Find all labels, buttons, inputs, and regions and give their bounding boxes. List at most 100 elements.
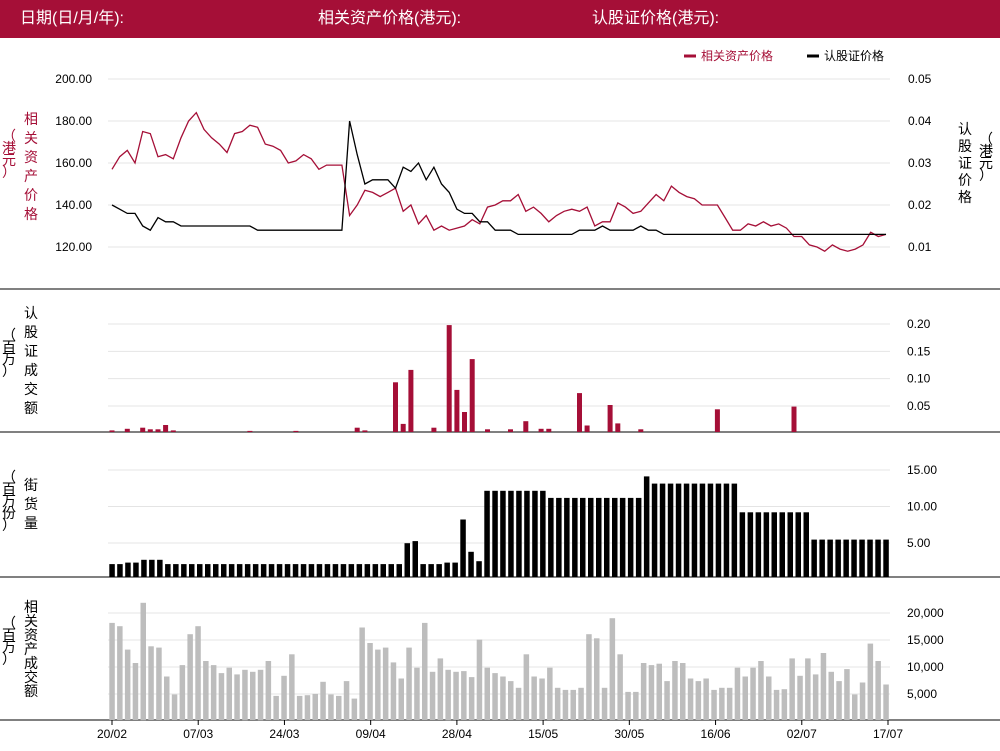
underlying-turnover-bar — [406, 647, 412, 720]
underlying-turnover-bar — [320, 681, 326, 720]
underlying-turnover-bar — [437, 658, 444, 720]
warrant-turnover-bar — [714, 409, 720, 432]
warrant-turnover-bar — [170, 430, 176, 432]
underlying-turnover-bar — [343, 681, 350, 720]
underlying-turnover-bar — [781, 689, 788, 720]
outstanding-bar — [643, 476, 650, 577]
outstanding-bar — [444, 562, 450, 577]
warrant-turnover-bar — [124, 428, 130, 432]
underlying-turnover-tick-label: 15,000 — [907, 633, 944, 647]
underlying-turnover-bar — [797, 675, 803, 720]
outstanding-bar — [109, 564, 115, 577]
underlying-turnover-bar — [265, 661, 272, 720]
y-right-tick-label: 0.03 — [908, 156, 932, 170]
outstanding-bar — [165, 564, 171, 577]
outstanding-bar — [715, 483, 722, 577]
underlying-turnover-axis-unit: ） — [2, 651, 16, 667]
x-axis-date-label: 24/03 — [269, 727, 299, 741]
underlying-turnover-bar — [820, 653, 827, 720]
outstanding-bar — [875, 539, 881, 577]
underlying-turnover-bar — [461, 671, 467, 720]
outstanding-bar — [396, 564, 402, 577]
outstanding-bar — [779, 512, 785, 577]
underlying-turnover-bar — [562, 689, 569, 720]
outstanding-bar — [604, 497, 610, 577]
underlying-turnover-bar — [375, 649, 381, 720]
underlying-turnover-bar — [742, 676, 748, 720]
outstanding-bar — [835, 539, 841, 577]
outstanding-bar — [827, 539, 833, 577]
underlying-turnover-bar — [547, 667, 553, 720]
underlying-turnover-bar — [203, 661, 209, 720]
outstanding-bar — [659, 483, 666, 577]
underlying-turnover-bar — [296, 695, 303, 720]
outstanding-bar — [572, 497, 578, 577]
underlying-turnover-bar — [625, 691, 631, 720]
outstanding-axis-unit: ） — [2, 517, 16, 533]
y-left-axis-label: 产 — [24, 168, 38, 184]
outstanding-bar — [508, 490, 514, 578]
outstanding-bar — [332, 564, 339, 577]
outstanding-bar — [699, 483, 706, 577]
underlying-turnover-bar — [773, 689, 780, 720]
warrant-turnover-bar — [431, 427, 437, 432]
underlying-turnover-bar — [633, 691, 639, 720]
outstanding-bar — [763, 512, 770, 577]
underlying-turnover-bar — [680, 663, 686, 720]
outstanding-bar — [492, 490, 498, 578]
warrant-turnover-bar — [638, 429, 644, 432]
y-left-axis-label: 格 — [24, 206, 38, 222]
underlying-turnover-bar — [852, 694, 858, 720]
warrant-turnover-bar — [577, 393, 582, 432]
warrant-turnover-bar — [393, 382, 398, 432]
underlying-turnover-bar — [140, 602, 146, 721]
underlying-turnover-bar — [453, 671, 459, 720]
underlying-turnover-bar — [304, 695, 311, 720]
warrant-turnover-axis-label: 成 — [24, 362, 38, 378]
warrant-turnover-axis-label: 额 — [24, 400, 38, 416]
underlying-turnover-bar — [844, 669, 850, 720]
outstanding-bar — [197, 564, 203, 577]
outstanding-bar — [117, 564, 123, 577]
y-right-tick-label: 0.05 — [908, 72, 932, 86]
x-axis-date-label: 30/05 — [614, 727, 644, 741]
y-left-tick-label: 120.00 — [55, 240, 92, 254]
underlying-turnover-bar — [422, 622, 428, 720]
underlying-turnover-bar — [758, 661, 764, 720]
outstanding-bar — [500, 490, 506, 578]
outstanding-bar — [811, 539, 817, 577]
warrant-turnover-axis-label: 股 — [24, 324, 38, 340]
underlying-turnover-bar — [476, 639, 483, 720]
outstanding-bar — [388, 564, 394, 577]
outstanding-bar — [380, 564, 386, 577]
warrant-turnover-axis-label: 认 — [24, 305, 38, 321]
outstanding-bar — [460, 519, 466, 577]
underlying-turnover-bar — [539, 678, 545, 720]
underlying-turnover-bar — [672, 661, 678, 720]
outstanding-bar — [260, 564, 267, 577]
underlying-turnover-bar — [695, 681, 702, 720]
outstanding-axis-label: 量 — [24, 515, 38, 531]
underlying-turnover-bar — [867, 643, 874, 720]
outstanding-bar — [564, 497, 570, 577]
outstanding-bar — [404, 543, 410, 577]
outstanding-axis-label: 货 — [24, 496, 38, 512]
underlying-turnover-bar — [312, 693, 318, 720]
underlying-turnover-bar — [578, 687, 584, 720]
outstanding-bar — [651, 483, 658, 577]
warrant-turnover-tick-label: 0.05 — [907, 399, 931, 413]
outstanding-bar — [348, 564, 355, 577]
x-axis-date-label: 28/04 — [442, 727, 472, 741]
outstanding-bar — [795, 512, 801, 577]
y-left-axis-label: 资 — [24, 149, 38, 165]
y-left-tick-label: 160.00 — [55, 156, 92, 170]
warrant-turnover-bar — [293, 430, 299, 432]
underlying-turnover-bar — [859, 682, 866, 720]
underlying-turnover-bar — [687, 678, 694, 720]
underlying-turnover-bar — [828, 671, 834, 720]
outstanding-bar — [691, 483, 698, 577]
underlying-turnover-bar — [445, 669, 451, 721]
outstanding-bar — [221, 564, 227, 577]
warrant-turnover-bar — [462, 412, 467, 432]
underlying-turnover-bar — [250, 671, 256, 720]
